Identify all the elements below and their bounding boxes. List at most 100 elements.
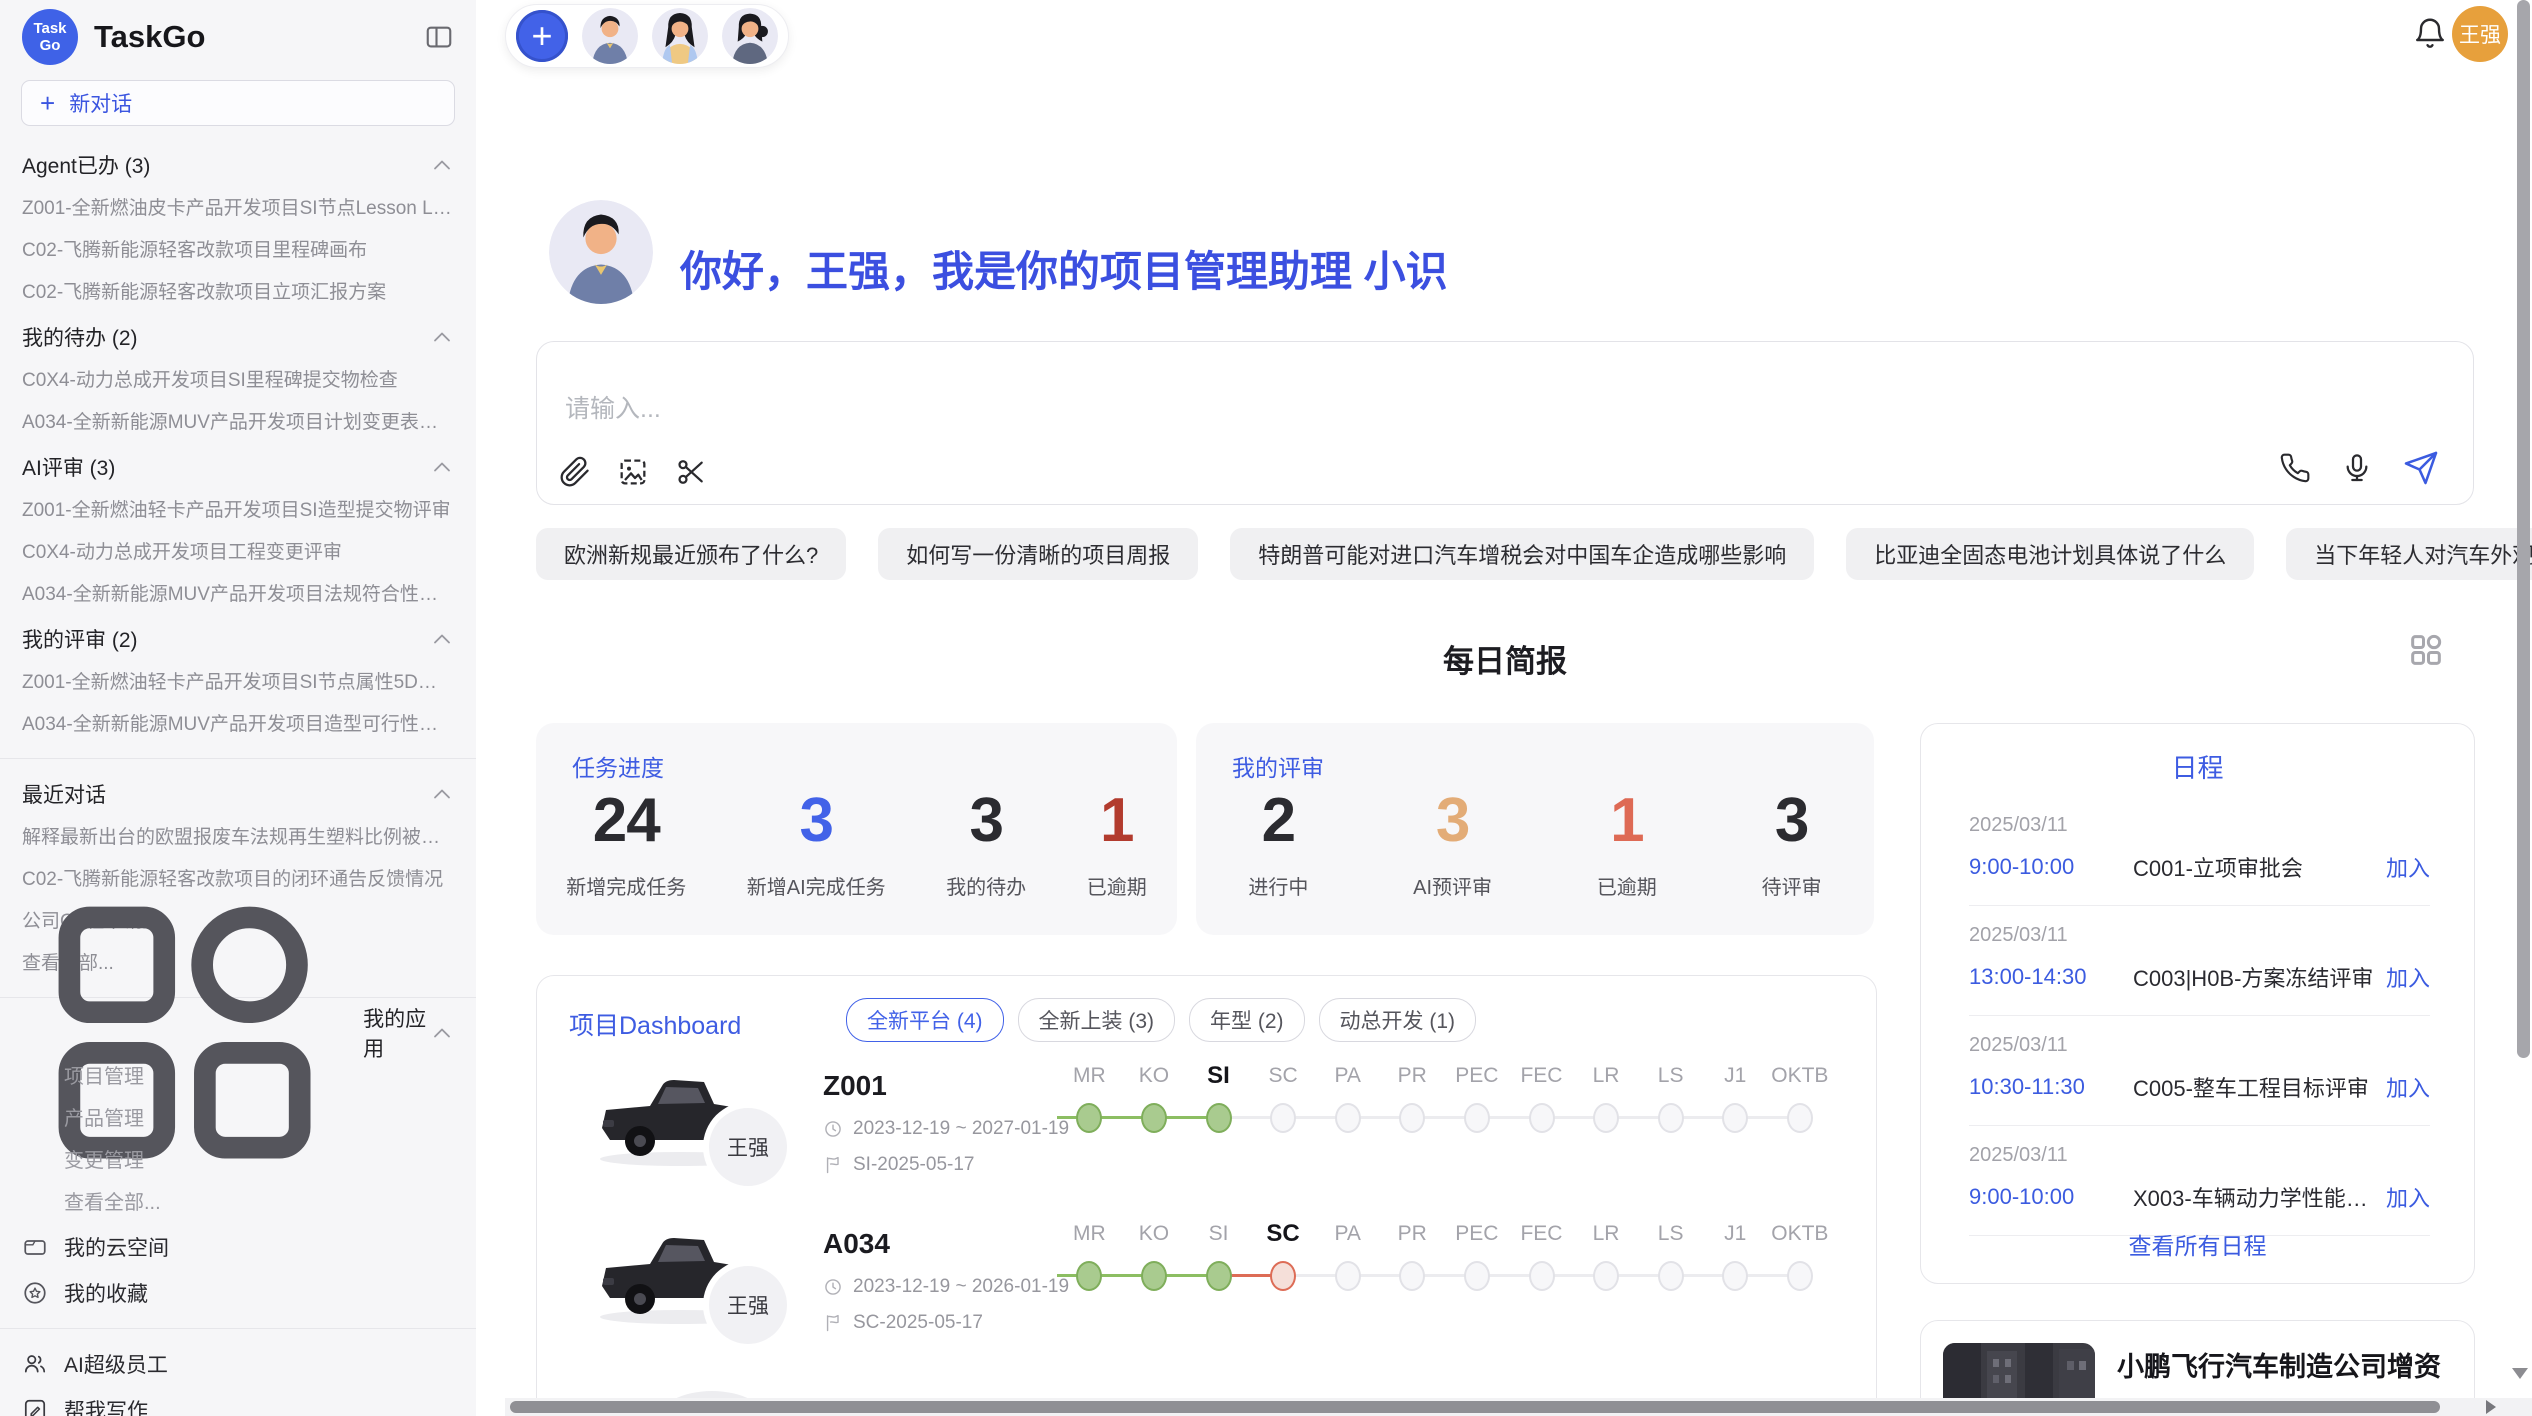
collapse-panel-icon[interactable] xyxy=(424,22,454,52)
suggestion-chip[interactable]: 特朗普可能对进口汽车增税会对中国车企造成哪些影响 xyxy=(1230,528,1814,580)
vertical-scrollbar-thumb[interactable] xyxy=(2517,0,2530,1058)
sidebar-tool-write-icon[interactable]: 帮我写作 xyxy=(0,1387,476,1416)
view-all-schedule-link[interactable]: 查看所有日程 xyxy=(1921,1227,2474,1261)
milestone-label: FEC xyxy=(1509,1058,1574,1094)
scissors-icon[interactable] xyxy=(675,456,707,488)
sidebar-shortcuts: 我的云空间我的收藏 xyxy=(0,1224,476,1316)
milestone-label: MR xyxy=(1057,1058,1122,1094)
sidebar-tool-people-icon[interactable]: AI超级员工 xyxy=(0,1341,476,1387)
schedule-time: 9:00-10:00 xyxy=(1969,1184,2119,1210)
schedule-item[interactable]: 2025/03/1110:30-11:30C005-整车工程目标评审加入 xyxy=(1969,1016,2430,1126)
sidebar-item[interactable]: C0X4-动力总成开发项目工程变更评审 xyxy=(0,532,476,574)
suggestion-chip[interactable]: 如何写一份清晰的项目周报 xyxy=(878,528,1198,580)
schedule-list: 2025/03/119:00-10:00C001-立项审批会加入2025/03/… xyxy=(1969,796,2430,1236)
sidebar-section-header[interactable]: 最近对话 xyxy=(0,771,476,817)
dashboard-filter[interactable]: 全新平台 (4) xyxy=(846,998,1004,1042)
milestone-dot xyxy=(1593,1103,1619,1133)
milestone-label: J1 xyxy=(1703,1058,1768,1094)
user-name: 王强 xyxy=(2459,19,2501,49)
session-avatar-2[interactable] xyxy=(652,8,708,64)
session-avatar-1[interactable] xyxy=(582,8,638,64)
sidebar: Task Go TaskGo + 新对话 Agent已办 (3)Z001-全新燃… xyxy=(0,0,476,1416)
join-link[interactable]: 加入 xyxy=(2386,1181,2430,1213)
suggestion-chip[interactable]: 欧洲新规最近颁布了什么? xyxy=(536,528,846,580)
sidebar-item[interactable]: Z001-全新燃油轻卡产品开发项目SI造型提交物评审 xyxy=(0,490,476,532)
scroll-down-arrow[interactable] xyxy=(2512,1368,2528,1379)
sidebar-item[interactable]: 解释最新出台的欧盟报废车法规再生塑料比例被调至15%... xyxy=(0,817,476,859)
project-owner-badge: 王强 xyxy=(709,1266,787,1344)
milestone-label: KO xyxy=(1122,1058,1187,1094)
phone-call-icon[interactable] xyxy=(2279,452,2311,484)
new-chat-label: 新对话 xyxy=(69,88,132,118)
milestone-dot xyxy=(1141,1103,1167,1133)
sidebar-section-header[interactable]: Agent已办 (3) xyxy=(0,142,476,188)
stat-value: 3 xyxy=(747,787,886,855)
project-row[interactable]: 王强A0342023-12-19 ~ 2026-01-19SC-2025-05-… xyxy=(537,1214,1876,1366)
new-chat-button[interactable]: + 新对话 xyxy=(21,80,455,126)
clock-icon xyxy=(823,1277,843,1297)
layout-grid-icon[interactable] xyxy=(2406,630,2446,670)
dashboard-filter[interactable]: 动总开发 (1) xyxy=(1319,998,1477,1042)
schedule-date: 2025/03/11 xyxy=(1969,1144,2430,1167)
sidebar-item-cloud-space-icon[interactable]: 我的云空间 xyxy=(0,1224,476,1270)
new-session-button[interactable]: + xyxy=(516,10,568,62)
sidebar-item[interactable]: C0X4-动力总成开发项目SI里程碑提交物检查 xyxy=(0,360,476,402)
suggestion-chip[interactable]: 当下年轻人对汽车外观有怎样的喜好趋势 xyxy=(2286,528,2532,580)
join-link[interactable]: 加入 xyxy=(2386,851,2430,883)
section-label: 我的评审 (2) xyxy=(22,624,138,654)
stat-card: 我的评审2进行中3AI预评审1已逾期3待评审 xyxy=(1196,723,1874,935)
sidebar-section-header[interactable]: AI评审 (3) xyxy=(0,444,476,490)
sidebar-apps-header[interactable]: 我的应用 xyxy=(0,1010,476,1056)
sidebar-item[interactable]: A034-全新新能源MUV产品开发项目法规符合性评审 xyxy=(0,574,476,616)
project-name: Z001 xyxy=(823,1070,887,1102)
schedule-name: C003|H0B-方案冻结评审 xyxy=(2133,961,2386,993)
stat-value: 3 xyxy=(946,787,1026,855)
schedule-item[interactable]: 2025/03/119:00-10:00C001-立项审批会加入 xyxy=(1969,796,2430,906)
dashboard-filter[interactable]: 年型 (2) xyxy=(1189,998,1305,1042)
send-icon[interactable] xyxy=(2403,450,2439,486)
flag-icon xyxy=(823,1313,843,1333)
star-circle-icon xyxy=(22,1280,48,1306)
milestone-label: SI xyxy=(1186,1058,1251,1094)
schedule-date: 2025/03/11 xyxy=(1969,1034,2430,1057)
attachment-icon[interactable] xyxy=(559,456,591,488)
scroll-right-arrow[interactable] xyxy=(2486,1400,2496,1414)
schedule-item[interactable]: 2025/03/1113:00-14:30C003|H0B-方案冻结评审加入 xyxy=(1969,906,2430,1016)
milestone-label: OKTB xyxy=(1768,1058,1833,1094)
milestone-label: MR xyxy=(1057,1216,1122,1252)
milestone-dot xyxy=(1335,1103,1361,1133)
chat-input[interactable] xyxy=(563,394,1967,425)
assistant-avatar xyxy=(549,200,653,304)
section-label: AI评审 (3) xyxy=(22,452,115,482)
stat: 1已逾期 xyxy=(1597,787,1657,900)
sidebar-item[interactable]: A034-全新新能源MUV产品开发项目计划变更表编写 xyxy=(0,402,476,444)
join-link[interactable]: 加入 xyxy=(2386,961,2430,993)
user-avatar[interactable]: 王强 xyxy=(2452,6,2508,62)
session-avatar-3[interactable] xyxy=(722,8,778,64)
section-label: 我的应用 xyxy=(363,1003,430,1063)
sidebar-item[interactable]: Z001-全新燃油轻卡产品开发项目SI节点属性5D文件评审 xyxy=(0,662,476,704)
sidebar-item[interactable]: A034-全新新能源MUV产品开发项目造型可行性评审 xyxy=(0,704,476,746)
sidebar-item[interactable]: C02-飞腾新能源轻客改款项目里程碑画布 xyxy=(0,230,476,272)
suggestion-chip[interactable]: 比亚迪全固态电池计划具体说了什么 xyxy=(1846,528,2254,580)
sidebar-section-header[interactable]: 我的评审 (2) xyxy=(0,616,476,662)
sidebar-item[interactable]: Z001-全新燃油皮卡产品开发项目SI节点Lesson Learn报告 xyxy=(0,188,476,230)
milestone-dot xyxy=(1399,1261,1425,1291)
cloud-space-icon xyxy=(22,1234,48,1260)
milestone-dot xyxy=(1206,1103,1232,1133)
horizontal-scrollbar-thumb[interactable] xyxy=(510,1401,2440,1413)
join-link[interactable]: 加入 xyxy=(2386,1071,2430,1103)
notification-bell-icon[interactable] xyxy=(2412,16,2448,52)
schedule-item[interactable]: 2025/03/119:00-10:00X003-车辆动力学性能验...加入 xyxy=(1969,1126,2430,1236)
sidebar-section-header[interactable]: 我的待办 (2) xyxy=(0,314,476,360)
stat-label: 已逾期 xyxy=(1597,871,1657,900)
microphone-icon[interactable] xyxy=(2341,452,2373,484)
write-icon xyxy=(22,1397,48,1416)
milestone-dot xyxy=(1722,1261,1748,1291)
project-row[interactable]: 王强Z0012023-12-19 ~ 2027-01-19SI-2025-05-… xyxy=(537,1056,1876,1208)
sidebar-item-star-circle-icon[interactable]: 我的收藏 xyxy=(0,1270,476,1316)
sidebar-item[interactable]: C02-飞腾新能源轻客改款项目立项汇报方案 xyxy=(0,272,476,314)
dashboard-filter[interactable]: 全新上装 (3) xyxy=(1018,998,1176,1042)
image-upload-icon[interactable] xyxy=(617,456,649,488)
sidebar-tools: AI超级员工帮我写作创意制图 xyxy=(0,1341,476,1416)
